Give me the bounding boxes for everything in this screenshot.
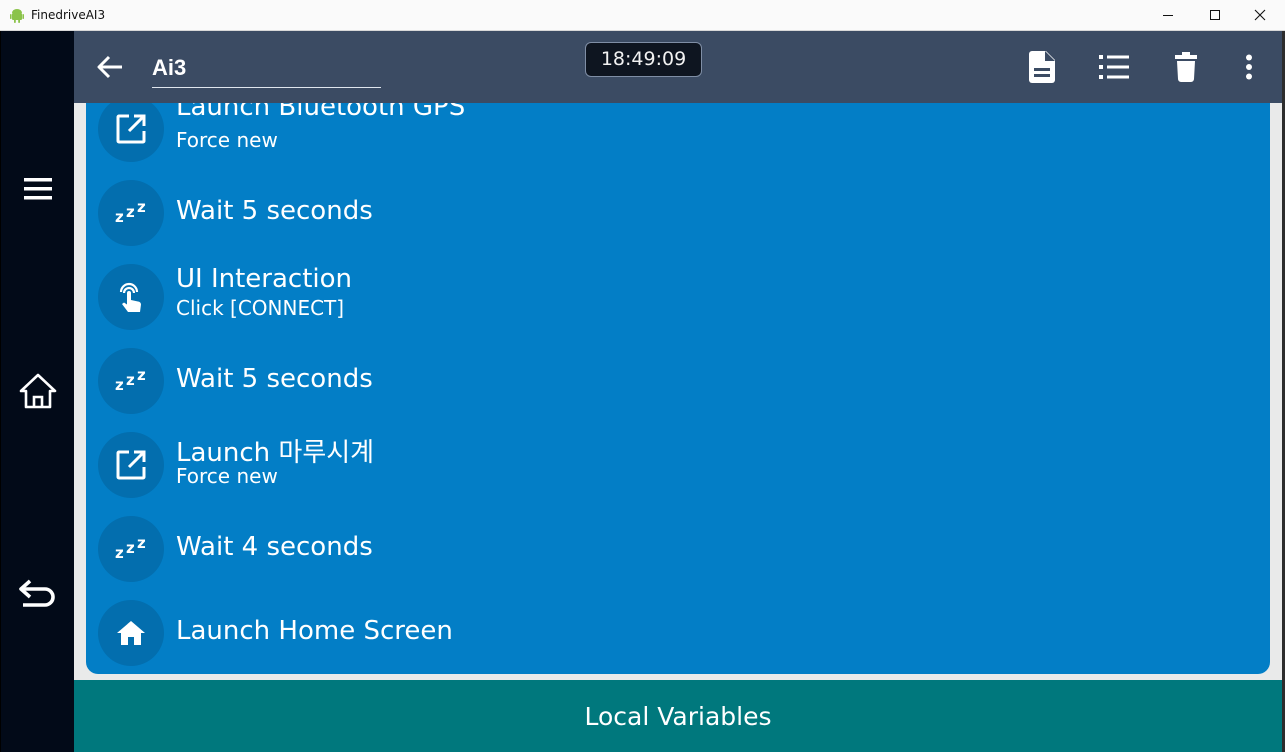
- touch-icon: [119, 282, 141, 312]
- action-icon-circle: [98, 432, 164, 498]
- action-title: Launch Home Screen: [176, 616, 453, 646]
- action-icon-circle: zzz: [98, 180, 164, 246]
- menu-button[interactable]: [1, 159, 74, 219]
- maximize-icon: [1210, 10, 1220, 20]
- action-item-launch-home-screen[interactable]: Launch Home Screen: [86, 591, 1270, 674]
- list-button[interactable]: [1094, 49, 1134, 85]
- app-bar: Ai3 18:49:09: [74, 31, 1282, 103]
- home-icon: [117, 621, 145, 645]
- close-icon: [1254, 9, 1266, 21]
- sleep-zzz-icon: zzz: [115, 534, 146, 562]
- back-nav-button[interactable]: [1, 563, 74, 623]
- action-item-wait[interactable]: zzz Wait 4 seconds: [86, 507, 1270, 591]
- back-arrow-icon: [97, 55, 122, 79]
- trash-icon: [1175, 52, 1197, 82]
- action-item-launch-bluetooth-gps[interactable]: Launch Bluetooth GPS Force new: [86, 103, 1270, 171]
- minimize-button[interactable]: [1145, 0, 1191, 30]
- action-icon-circle: zzz: [98, 348, 164, 414]
- more-vert-icon: [1246, 54, 1252, 80]
- action-item-wait[interactable]: zzz Wait 5 seconds: [86, 171, 1270, 255]
- action-title: Wait 4 seconds: [176, 532, 373, 562]
- open-in-new-icon: [116, 114, 146, 144]
- close-button[interactable]: [1237, 0, 1283, 30]
- nav-rail: [1, 31, 74, 752]
- menu-icon: [23, 178, 52, 200]
- action-item-ui-interaction[interactable]: UI Interaction Click [CONNECT]: [86, 255, 1270, 339]
- action-list: Launch Bluetooth GPS Force new zzz Wait …: [86, 103, 1270, 674]
- local-variables-button[interactable]: Local Variables: [74, 680, 1282, 752]
- home-nav-button[interactable]: [1, 361, 74, 421]
- list-icon: [1099, 55, 1129, 79]
- android-icon: [10, 9, 24, 23]
- action-title: Wait 5 seconds: [176, 364, 373, 394]
- maximize-button[interactable]: [1192, 0, 1238, 30]
- more-options-button[interactable]: [1229, 49, 1269, 85]
- back-button[interactable]: [92, 49, 128, 85]
- document-button[interactable]: [1022, 49, 1062, 85]
- action-icon-circle: [98, 600, 164, 666]
- action-icon-circle: zzz: [98, 516, 164, 582]
- action-item-launch-app[interactable]: Launch 마루시계 Force new: [86, 423, 1270, 507]
- action-subtitle: Force new: [176, 464, 278, 488]
- action-title: Wait 5 seconds: [176, 196, 373, 226]
- action-item-wait[interactable]: zzz Wait 5 seconds: [86, 339, 1270, 423]
- action-subtitle: Force new: [176, 128, 278, 152]
- back-arrow-icon: [18, 579, 55, 607]
- open-in-new-icon: [116, 450, 146, 480]
- document-icon: [1029, 51, 1055, 83]
- action-subtitle: Click [CONNECT]: [176, 296, 345, 320]
- window-title-bar: FinedriveAI3: [0, 0, 1285, 31]
- window-title: FinedriveAI3: [31, 8, 106, 22]
- action-icon-circle: [98, 103, 164, 162]
- task-name-input[interactable]: Ai3: [152, 51, 381, 88]
- delete-button[interactable]: [1166, 49, 1206, 85]
- sleep-zzz-icon: zzz: [115, 198, 146, 226]
- action-icon-circle: [98, 264, 164, 330]
- clock-display: 18:49:09: [585, 42, 702, 77]
- sleep-zzz-icon: zzz: [115, 366, 146, 394]
- action-title: UI Interaction: [176, 264, 353, 294]
- minimize-icon: [1163, 15, 1173, 16]
- home-icon: [19, 373, 56, 409]
- action-title: Launch Bluetooth GPS: [176, 103, 466, 122]
